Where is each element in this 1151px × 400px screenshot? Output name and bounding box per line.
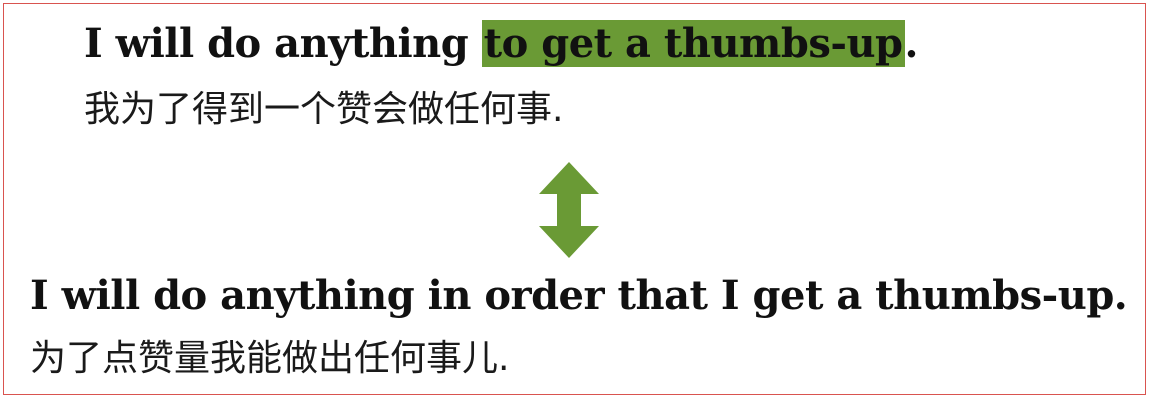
example-sentence-rewritten: I will do anything in order that I get a…: [30, 272, 1128, 319]
highlighted-phrase: to get a thumbs-up: [481, 20, 905, 67]
example-sentence-original: I will do anything to get a thumbs-up.: [84, 14, 918, 74]
sentence-punctuation: .: [904, 20, 919, 67]
translation-rewritten: 为了点赞量我能做出任何事儿.: [30, 338, 510, 379]
slide-frame: I will do anything to get a thumbs-up. 我…: [3, 3, 1146, 395]
up-down-arrow-icon: [539, 162, 599, 258]
translation-original: 我为了得到一个赞会做任何事.: [84, 89, 564, 130]
sentence-text: I will do anything: [84, 20, 482, 67]
